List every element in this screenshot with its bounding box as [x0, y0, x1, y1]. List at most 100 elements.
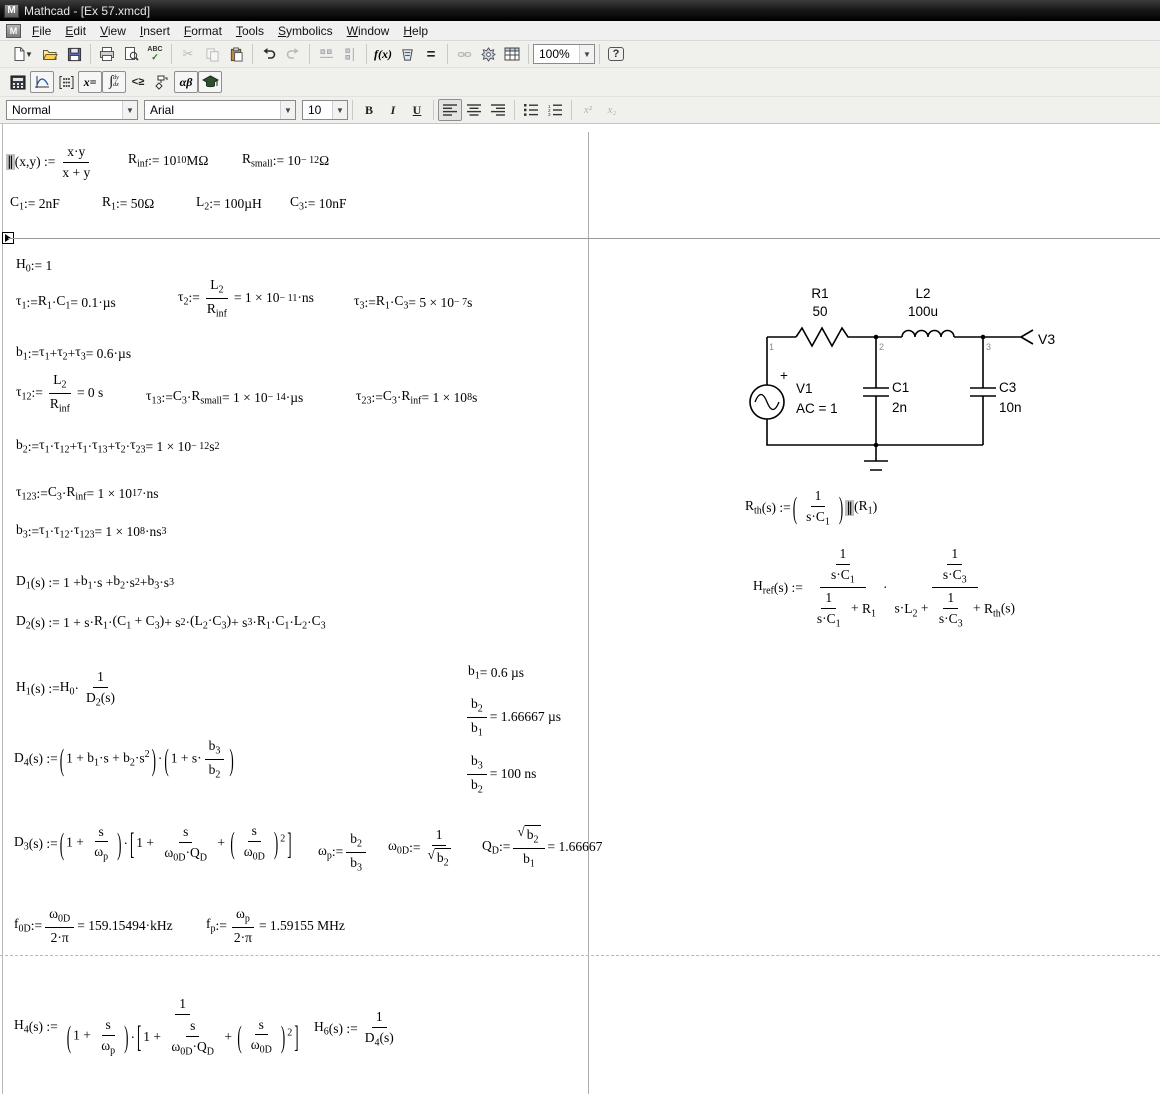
insert-unit-button[interactable] [395, 43, 419, 65]
style-combo[interactable]: Normal ▼ [6, 100, 138, 120]
style-dropdown-arrow-icon[interactable]: ▼ [122, 101, 137, 119]
region-d1[interactable]: D1(s) := 1 + b1·s + b2·s2 + b3·s3 [16, 572, 174, 593]
bold-button[interactable]: B [357, 99, 381, 121]
cut-button: ✂ [176, 43, 200, 65]
insert-component-button[interactable] [476, 43, 500, 65]
region-c1-def[interactable]: C1 := 2nF [10, 193, 60, 214]
graph-icon [34, 75, 50, 90]
region-b2b1-result[interactable]: b2b1 = 1.66667 µs [464, 695, 561, 739]
align-across-button [314, 43, 338, 65]
region-h1[interactable]: H1(s) := H0·1D2(s) [16, 668, 122, 709]
region-h4[interactable]: H4(s) := 1(1 + sωp)·[1 + sω0D·QD + (sω0D… [14, 995, 308, 1058]
region-b3[interactable]: b3 := τ1·τ12·τ123 = 1 × 108·ns3 [16, 521, 167, 542]
font-dropdown-arrow-icon[interactable]: ▼ [280, 101, 295, 119]
matrix-palette-button[interactable] [54, 71, 78, 93]
superscript-button: x² [576, 99, 600, 121]
italic-button[interactable]: I [381, 99, 405, 121]
menu-window[interactable]: Window [340, 22, 397, 40]
menu-tools[interactable]: Tools [229, 22, 271, 40]
region-rinf-def[interactable]: Rinf := 1010MΩ [128, 150, 208, 171]
menu-file[interactable]: File [25, 22, 58, 40]
help-question-icon: ? [608, 47, 625, 61]
region-tau2[interactable]: τ2 := L2Rinf = 1 × 10− 11·ns [178, 276, 314, 320]
circuit-diagram[interactable]: R1 50 L2 100u + V1 AC = 1 C1 2n C3 10n V… [730, 280, 1090, 485]
region-w0d[interactable]: ω0D := 1√b2 [388, 826, 458, 869]
spell-check-button[interactable]: ABC✓ [143, 43, 167, 65]
font-combo[interactable]: Arial ▼ [144, 100, 296, 120]
zoom-combo[interactable]: 100% ▼ [533, 44, 595, 64]
region-qd[interactable]: QD := √b2b1 = 1.66667 [482, 824, 602, 870]
region-href[interactable]: Href(s) := 1s·C11s·C1 + R1·1s·C3s·L2 + 1… [753, 545, 1022, 630]
region-b2[interactable]: b2 := τ1·τ12 + τ1·τ13 + τ2·τ23 = 1 × 10−… [16, 436, 220, 457]
region-b1-result[interactable]: b1 = 0.6 µs [468, 662, 524, 683]
region-d2[interactable]: D2(s) := 1 + s·R1·(C1 + C3) + s2·(L2·C3)… [16, 612, 326, 633]
graph-palette-button[interactable] [30, 71, 54, 93]
region-tau23[interactable]: τ23 := C3·Rinf = 1 × 108 s [356, 387, 477, 408]
menu-symbolics[interactable]: Symbolics [271, 22, 340, 40]
menu-help[interactable]: Help [396, 22, 435, 40]
align-center-button[interactable] [462, 99, 486, 121]
region-tau13[interactable]: τ13 := C3·Rsmall = 1 × 10− 14·µs [146, 387, 303, 408]
region-b3b2-result[interactable]: b3b2 = 100 ns [464, 752, 536, 796]
region-h6[interactable]: H6(s) := 1D4(s) [314, 1008, 401, 1049]
numbered-list-button[interactable]: 123 [543, 99, 567, 121]
undo-button[interactable] [257, 43, 281, 65]
insert-table-button[interactable] [500, 43, 524, 65]
new-dropdown-arrow-icon[interactable]: ▼ [25, 50, 33, 59]
region-tau1[interactable]: τ1 := R1·C1 = 0.1·µs [16, 292, 116, 313]
evaluation-palette-button[interactable]: x= [78, 71, 102, 93]
print-preview-button[interactable] [119, 43, 143, 65]
node-2-label: 2 [879, 342, 884, 352]
new-button[interactable]: ▼ [6, 43, 38, 65]
boolean-palette-button[interactable]: <≥ [126, 71, 150, 93]
region-fp[interactable]: fp := ωp2·π = 1.59155 MHz [206, 905, 345, 946]
region-parallel-def[interactable]: ∥(x,y) := x·yx + y [6, 143, 97, 181]
region-c3-def[interactable]: C3 := 10nF [290, 193, 347, 214]
align-left-button[interactable] [438, 99, 462, 121]
size-dropdown-arrow-icon[interactable]: ▼ [332, 101, 347, 119]
region-l2-def[interactable]: L2 := 100µH [196, 193, 262, 214]
region-wp[interactable]: ωp := b2b3 [318, 830, 369, 874]
underline-button[interactable]: U [405, 99, 429, 121]
save-floppy-icon [67, 47, 82, 62]
calculus-palette-button[interactable]: ∫ dydx [102, 71, 126, 93]
help-button[interactable]: ? [604, 43, 628, 65]
bullet-list-button[interactable] [519, 99, 543, 121]
region-d3[interactable]: D3(s) := (1 + sωp)·[1 + sω0D·QD + (sω0D)… [14, 822, 294, 865]
region-f0d[interactable]: f0D := ω0D2·π = 159.15494·kHz [14, 905, 173, 946]
ground-symbol [864, 445, 888, 470]
open-button[interactable] [38, 43, 62, 65]
print-button[interactable] [95, 43, 119, 65]
menu-edit[interactable]: Edit [58, 22, 93, 40]
paste-button[interactable] [224, 43, 248, 65]
symbolic-palette-button[interactable] [198, 71, 222, 93]
calculator-icon [10, 75, 26, 90]
align-right-button[interactable] [486, 99, 510, 121]
region-tau12[interactable]: τ12 := L2Rinf = 0 s [16, 371, 103, 415]
insert-function-button[interactable]: f(x) [371, 43, 395, 65]
calculate-button[interactable]: = [419, 43, 443, 65]
region-r1-def[interactable]: R1 := 50Ω [102, 193, 154, 214]
spell-check-icon: ABC✓ [147, 46, 162, 62]
programming-palette-button[interactable] [150, 71, 174, 93]
region-tau123[interactable]: τ123 := C3·Rinf = 1 × 1017·ns [16, 483, 159, 504]
size-combo[interactable]: 10 ▼ [302, 100, 348, 120]
region-rsmall-def[interactable]: Rsmall := 10− 12Ω [242, 150, 329, 171]
region-h0-def[interactable]: H0 := 1 [16, 255, 52, 276]
region-tau3[interactable]: τ3 := R1·C3 = 5 × 10− 7 s [354, 292, 472, 313]
menu-insert[interactable]: Insert [133, 22, 177, 40]
underline-icon: U [413, 103, 422, 118]
greek-palette-button[interactable]: αβ [174, 71, 198, 93]
menu-view[interactable]: View [93, 22, 133, 40]
toolbar-separator [366, 44, 367, 64]
region-d4[interactable]: D4(s) := (1 + b1·s + b2·s2)·(1 + s·b3b2) [14, 737, 236, 781]
region-rth[interactable]: Rth(s) := (1s·C1)∥(R1) [745, 487, 877, 528]
region-b1[interactable]: b1 := τ1 + τ2 + τ3 = 0.6·µs [16, 343, 131, 364]
zoom-dropdown-arrow-icon[interactable]: ▼ [579, 45, 594, 63]
save-button[interactable] [62, 43, 86, 65]
c1-label: C1 [892, 380, 909, 395]
menu-format[interactable]: Format [177, 22, 229, 40]
document-icon[interactable]: M [6, 24, 21, 38]
worksheet[interactable]: ∥(x,y) := x·yx + y Rinf := 1010MΩ Rsmall… [0, 124, 1160, 1094]
calculator-palette-button[interactable] [6, 71, 30, 93]
